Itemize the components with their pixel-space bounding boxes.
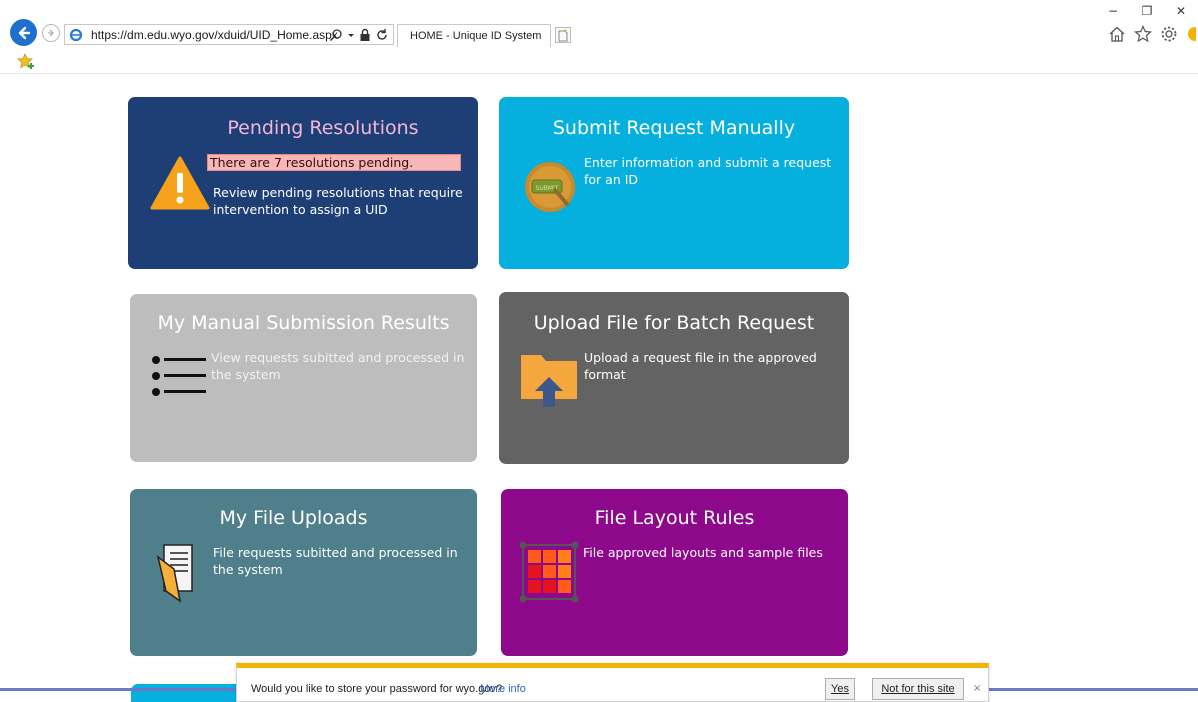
tile-description: File requests subitted and processed in … xyxy=(213,545,458,577)
tile-description: Upload a request file in the approved fo… xyxy=(584,350,817,382)
document-folder-icon xyxy=(156,544,193,603)
tile-file-layout-rules[interactable]: File Layout Rules File approved layouts … xyxy=(501,489,848,656)
tile-title: File Layout Rules xyxy=(594,507,755,529)
arrow-right-icon xyxy=(48,29,54,37)
tile-partial-offscreen[interactable] xyxy=(131,684,251,702)
browser-chrome: https://dm.edu.wyo.gov/xduid/UID_Home.as… xyxy=(0,0,1198,74)
address-bar[interactable]: https://dm.edu.wyo.gov/xduid/UID_Home.as… xyxy=(64,24,394,45)
tile-title: Upload File for Batch Request xyxy=(533,312,815,334)
pending-count-alert: There are 7 resolutions pending. xyxy=(207,154,461,171)
tile-my-file-uploads[interactable]: My File Uploads File requests subitted a… xyxy=(130,489,477,656)
tile-description: View requests subitted and processed in … xyxy=(211,350,465,382)
tile-submit-request-manually[interactable]: Submit Request Manually SUBMIT Enter inf… xyxy=(499,97,849,269)
feedback-smiley-icon[interactable] xyxy=(1186,25,1196,43)
home-icon[interactable] xyxy=(1108,25,1126,43)
folder-upload-icon xyxy=(521,355,577,407)
tab-title: HOME - Unique ID System xyxy=(410,30,542,42)
browser-toolbar xyxy=(1108,25,1196,43)
not-for-this-site-button[interactable]: Not for this site xyxy=(872,678,964,700)
tile-pending-resolutions[interactable]: Pending Resolutions There are 7 resoluti… xyxy=(128,97,478,269)
warning-icon xyxy=(150,156,210,210)
forward-button[interactable] xyxy=(42,24,60,42)
settings-gear-icon[interactable] xyxy=(1160,25,1178,43)
refresh-icon[interactable] xyxy=(375,28,389,42)
tile-title: My Manual Submission Results xyxy=(157,312,450,334)
ie-page-icon xyxy=(69,28,83,41)
add-favorites-icon[interactable] xyxy=(17,53,35,69)
back-button[interactable] xyxy=(10,19,37,46)
notification-message: Would you like to store your password fo… xyxy=(251,683,503,695)
more-info-link[interactable]: More info xyxy=(480,683,526,695)
tile-description: File approved layouts and sample files xyxy=(583,545,823,560)
tile-description: Review pending resolutions that require … xyxy=(213,185,463,217)
restore-button[interactable]: ❐ xyxy=(1130,0,1164,22)
password-save-notification: Would you like to store your password fo… xyxy=(236,663,989,702)
lock-icon[interactable] xyxy=(359,28,371,42)
dropdown-icon[interactable] xyxy=(347,28,355,42)
chrome-divider xyxy=(0,73,1198,74)
url-text[interactable]: https://dm.edu.wyo.gov/xduid/UID_Home.as… xyxy=(91,28,338,42)
tile-title: Pending Resolutions xyxy=(227,117,419,139)
new-tab-button[interactable] xyxy=(555,27,571,43)
yes-button[interactable]: Yes xyxy=(825,678,855,700)
tile-title: My File Uploads xyxy=(219,507,368,529)
favorites-star-icon[interactable] xyxy=(1134,25,1152,43)
submit-stamp-icon: SUBMIT xyxy=(525,162,575,212)
tile-description: Enter information and submit a request f… xyxy=(584,155,832,187)
new-tab-icon xyxy=(558,29,568,42)
close-button[interactable]: ✕ xyxy=(1164,0,1198,22)
tab-home-unique-id[interactable]: HOME - Unique ID System × xyxy=(397,24,563,47)
minimize-button[interactable]: − xyxy=(1096,0,1130,22)
tile-my-manual-submission-results[interactable]: My Manual Submission Results View reques… xyxy=(130,294,477,462)
address-bar-tools xyxy=(329,27,389,43)
notification-close-icon[interactable]: × xyxy=(973,683,981,694)
tile-upload-file-batch-request[interactable]: Upload File for Batch Request Upload a r… xyxy=(499,292,849,464)
list-icon xyxy=(152,356,206,396)
window-controls: − ❐ ✕ xyxy=(1096,0,1198,22)
arrow-left-icon xyxy=(18,26,30,39)
search-icon[interactable] xyxy=(329,28,343,42)
grid-layout-icon xyxy=(519,541,579,603)
tile-title: Submit Request Manually xyxy=(552,117,796,139)
